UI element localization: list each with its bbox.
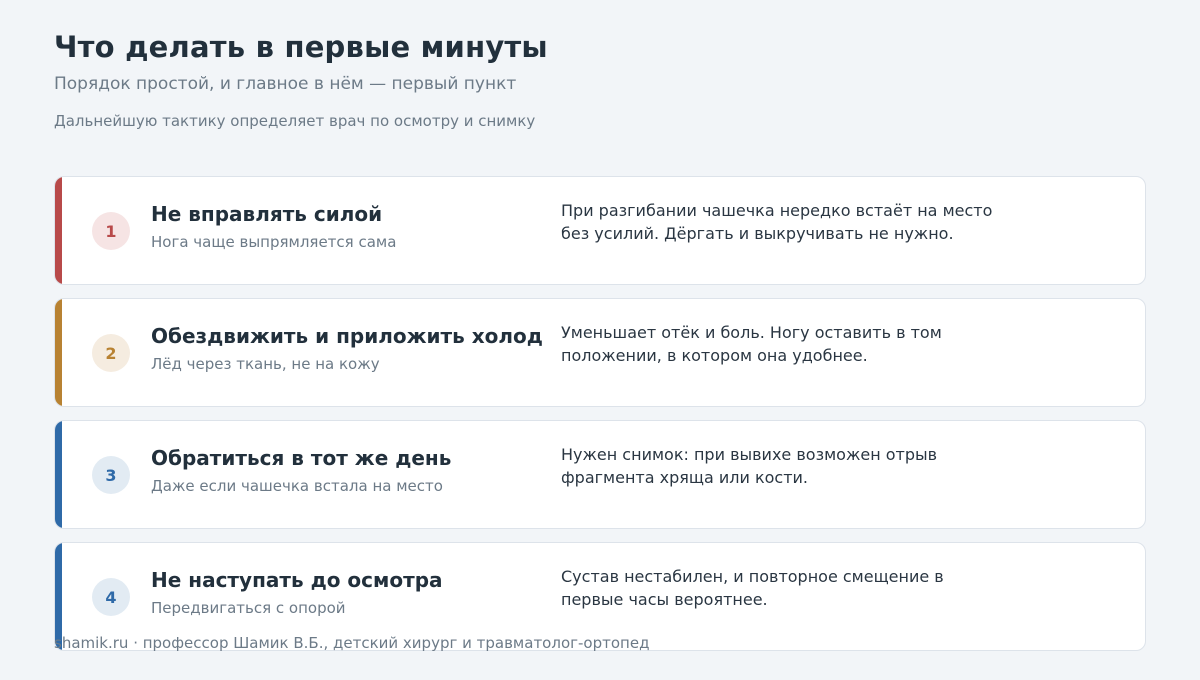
step-card: 1 Не вправлять силой Нога чаще выпрямляе…	[54, 176, 1146, 285]
step-card: 2 Обездвижить и приложить холод Лёд чере…	[54, 298, 1146, 407]
step-description: Сустав нестабилен, и повторное смещение …	[561, 567, 944, 609]
step-heading: Обратиться в тот же день	[151, 446, 452, 470]
footer-credit: shamik.ru · профессор Шамик В.Б., детски…	[54, 634, 650, 652]
step-number-badge: 4	[92, 578, 130, 616]
page-note: Дальнейшую тактику определяет врач по ос…	[54, 112, 536, 130]
step-heading: Обездвижить и приложить холод	[151, 324, 543, 348]
step-number-badge: 2	[92, 334, 130, 372]
step-heading: Не вправлять силой	[151, 202, 383, 226]
step-accent-bar	[55, 177, 62, 284]
step-number-badge: 1	[92, 212, 130, 250]
step-description: Уменьшает отёк и боль. Ногу оставить в т…	[561, 323, 942, 365]
step-heading: Не наступать до осмотра	[151, 568, 443, 592]
step-description: Нужен снимок: при вывихе возможен отрыв …	[561, 445, 938, 487]
step-description: При разгибании чашечка нередко встаёт на…	[561, 201, 993, 243]
step-subheading: Даже если чашечка встала на место	[151, 477, 443, 495]
step-subheading: Лёд через ткань, не на кожу	[151, 355, 380, 373]
step-accent-bar	[55, 299, 62, 406]
step-accent-bar	[55, 421, 62, 528]
step-number-badge: 3	[92, 456, 130, 494]
step-card: 3 Обратиться в тот же день Даже если чаш…	[54, 420, 1146, 529]
page-subtitle: Порядок простой, и главное в нём — первы…	[54, 74, 517, 94]
page-title: Что делать в первые минуты	[54, 30, 548, 64]
step-subheading: Передвигаться с опорой	[151, 599, 346, 617]
step-subheading: Нога чаще выпрямляется сама	[151, 233, 397, 251]
